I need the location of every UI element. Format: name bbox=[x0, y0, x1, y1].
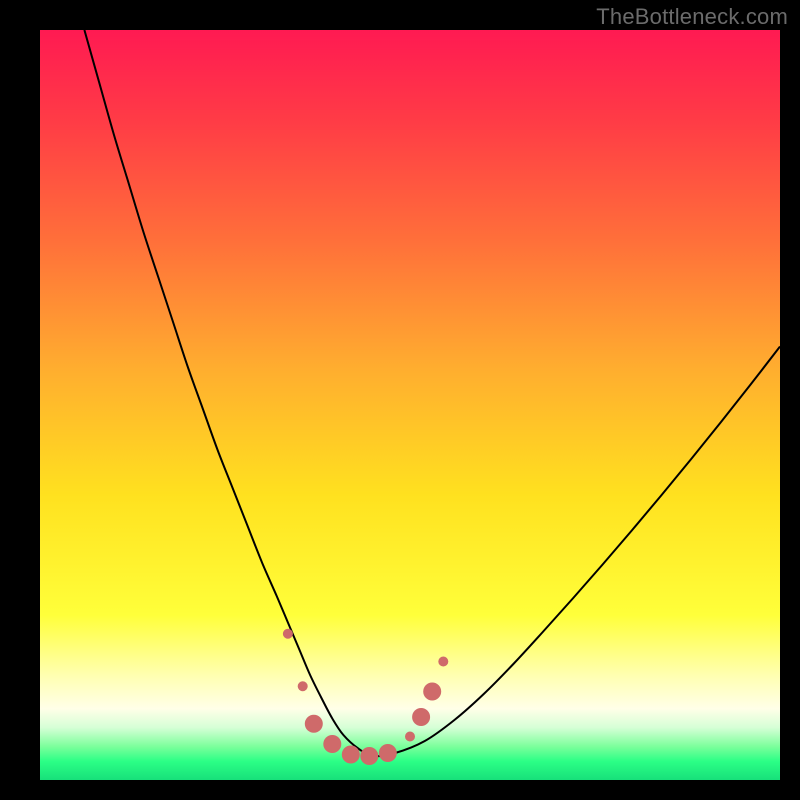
highlight-dots bbox=[283, 629, 448, 765]
marker-dot bbox=[323, 735, 341, 753]
chart-frame: TheBottleneck.com bbox=[0, 0, 800, 800]
curve-layer bbox=[40, 30, 780, 780]
marker-dot bbox=[360, 747, 378, 765]
marker-dot bbox=[283, 629, 293, 639]
marker-dot bbox=[438, 657, 448, 667]
plot-area bbox=[40, 30, 780, 780]
marker-dot bbox=[298, 681, 308, 691]
marker-dot bbox=[405, 732, 415, 742]
watermark-text: TheBottleneck.com bbox=[596, 4, 788, 30]
marker-dot bbox=[423, 683, 441, 701]
marker-dot bbox=[412, 708, 430, 726]
marker-dot bbox=[379, 744, 397, 762]
bottleneck-curve bbox=[84, 30, 780, 756]
marker-dot bbox=[342, 746, 360, 764]
marker-dot bbox=[305, 715, 323, 733]
